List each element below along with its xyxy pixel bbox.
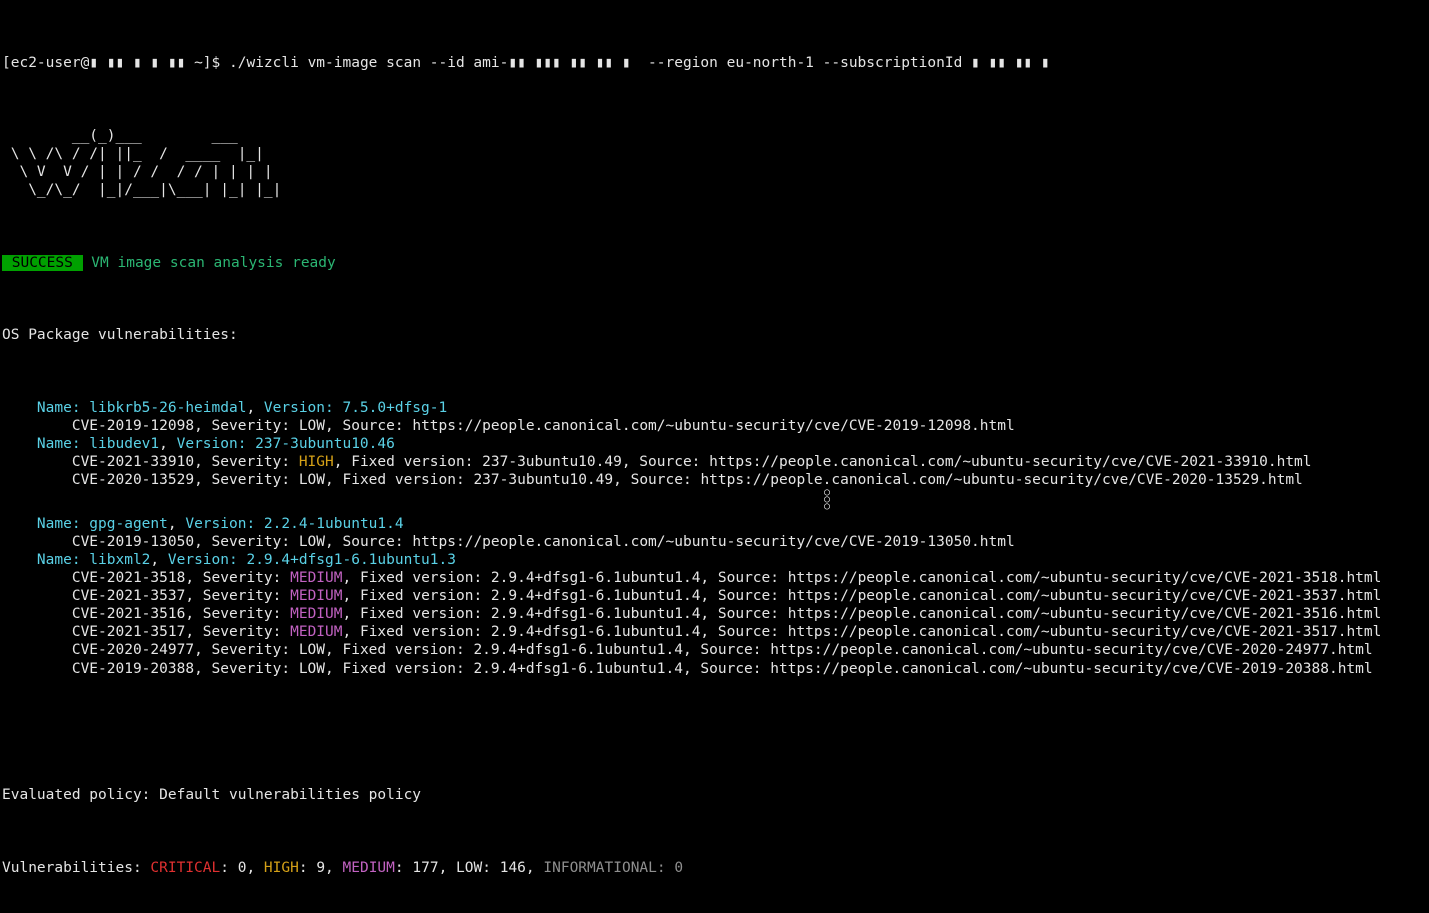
summary-info-label: INFORMATIONAL	[543, 860, 657, 876]
cve-id: CVE-2021-3517	[72, 624, 186, 640]
cve-severity: MEDIUM	[290, 588, 342, 604]
cve-source: https://people.canonical.com/~ubuntu-sec…	[788, 624, 1382, 640]
redacted-host: ▮ ▮▮ ▮ ▮ ▮▮	[89, 56, 185, 71]
summary-info-count: 0	[674, 860, 683, 876]
package-header: Name: libudev1, Version: 237-3ubuntu10.4…	[2, 435, 1427, 453]
cve-source: https://people.canonical.com/~ubuntu-sec…	[788, 606, 1382, 622]
cve-row: CVE-2021-3518, Severity: MEDIUM, Fixed v…	[2, 569, 1427, 587]
command-text-mid: --region eu-north-1 --subscriptionId	[631, 55, 971, 71]
cve-id: CVE-2021-3518	[72, 570, 186, 586]
package-name-label: Name: libxml2	[37, 552, 151, 568]
cve-severity: LOW	[299, 642, 325, 658]
cve-row: CVE-2021-33910, Severity: HIGH, Fixed ve…	[2, 453, 1427, 471]
cve-severity: LOW	[299, 534, 325, 550]
summary-low-count: 146	[500, 860, 526, 876]
summary-low-label: LOW	[456, 860, 482, 876]
cve-id: CVE-2019-20388	[72, 661, 194, 677]
redacted-subscription: ▮ ▮▮ ▮▮ ▮	[971, 56, 1050, 71]
wizcli-ascii-logo: __(_)___ ___ \ \ /\ / /| ||_ / ____ |_| …	[2, 127, 1427, 200]
cve-row: CVE-2019-20388, Severity: LOW, Fixed ver…	[2, 660, 1427, 678]
summary-line: Vulnerabilities: CRITICAL: 0, HIGH: 9, M…	[2, 859, 1427, 877]
cve-id: CVE-2021-3537	[72, 588, 186, 604]
package-version-label: Version: 2.2.4-1ubuntu1.4	[185, 516, 403, 532]
cve-severity: LOW	[299, 418, 325, 434]
terminal-output[interactable]: [ec2-user@▮ ▮▮ ▮ ▮ ▮▮ ~]$ ./wizcli vm-im…	[0, 0, 1429, 913]
package-header: Name: libxml2, Version: 2.9.4+dfsg1-6.1u…	[2, 551, 1427, 569]
cve-id: CVE-2019-13050	[72, 534, 194, 550]
cve-fixed-version: 2.9.4+dfsg1-6.1ubuntu1.4	[491, 570, 701, 586]
summary-critical-count: 0	[238, 860, 247, 876]
cve-row: CVE-2019-12098, Severity: LOW, Source: h…	[2, 417, 1427, 435]
cve-id: CVE-2019-12098	[72, 418, 194, 434]
prompt-user: [ec2-user@	[2, 55, 89, 71]
cve-row: CVE-2021-3517, Severity: MEDIUM, Fixed v…	[2, 623, 1427, 641]
prompt-path: ~]$	[185, 55, 229, 71]
cve-row: CVE-2020-24977, Severity: LOW, Fixed ver…	[2, 641, 1427, 659]
cve-severity: LOW	[299, 472, 325, 488]
package-header: Name: libkrb5-26-heimdal, Version: 7.5.0…	[2, 399, 1427, 417]
package-name-label: Name: libkrb5-26-heimdal	[37, 400, 247, 416]
truncation-ellipsis: ○○○	[2, 489, 1427, 514]
cve-source: https://people.canonical.com/~ubuntu-sec…	[412, 418, 1014, 434]
package-name-label: Name: libudev1	[37, 436, 159, 452]
cve-severity: MEDIUM	[290, 570, 342, 586]
cve-row: CVE-2021-3537, Severity: MEDIUM, Fixed v…	[2, 587, 1427, 605]
summary-label: Vulnerabilities:	[2, 860, 150, 876]
cve-source: https://people.canonical.com/~ubuntu-sec…	[788, 588, 1382, 604]
policy-line: Evaluated policy: Default vulnerabilitie…	[2, 786, 1427, 804]
cve-id: CVE-2020-24977	[72, 642, 194, 658]
summary-medium-count: 177	[412, 860, 438, 876]
cve-id: CVE-2021-33910	[72, 454, 194, 470]
cve-id: CVE-2020-13529	[72, 472, 194, 488]
cve-row: CVE-2019-13050, Severity: LOW, Source: h…	[2, 533, 1427, 551]
cve-severity: MEDIUM	[290, 606, 342, 622]
cve-source: https://people.canonical.com/~ubuntu-sec…	[709, 454, 1311, 470]
cve-severity: HIGH	[299, 454, 334, 470]
status-message: VM image scan analysis ready	[83, 255, 336, 271]
shell-prompt-line: [ec2-user@▮ ▮▮ ▮ ▮ ▮▮ ~]$ ./wizcli vm-im…	[2, 54, 1427, 72]
status-line: SUCCESS VM image scan analysis ready	[2, 254, 1427, 272]
cve-severity: LOW	[299, 661, 325, 677]
summary-medium-label: MEDIUM	[343, 860, 395, 876]
summary-high-count: 9	[316, 860, 325, 876]
cve-fixed-version: 2.9.4+dfsg1-6.1ubuntu1.4	[491, 606, 701, 622]
cve-source: https://people.canonical.com/~ubuntu-sec…	[700, 472, 1302, 488]
cve-fixed-version: 237-3ubuntu10.49	[473, 472, 613, 488]
package-version-label: Version: 2.9.4+dfsg1-6.1ubuntu1.3	[168, 552, 456, 568]
command-text-prefix: ./wizcli vm-image scan --id ami-	[229, 55, 508, 71]
success-badge: SUCCESS	[2, 255, 83, 271]
cve-severity: MEDIUM	[290, 624, 342, 640]
cve-row: CVE-2021-3516, Severity: MEDIUM, Fixed v…	[2, 605, 1427, 623]
summary-high-label: HIGH	[264, 860, 299, 876]
cve-row: CVE-2020-13529, Severity: LOW, Fixed ver…	[2, 471, 1427, 489]
package-version-label: Version: 7.5.0+dfsg-1	[264, 400, 447, 416]
cve-source: https://people.canonical.com/~ubuntu-sec…	[770, 661, 1372, 677]
cve-fixed-version: 237-3ubuntu10.49	[482, 454, 622, 470]
cve-fixed-version: 2.9.4+dfsg1-6.1ubuntu1.4	[473, 642, 683, 658]
cve-id: CVE-2021-3516	[72, 606, 186, 622]
blank-line	[2, 714, 1427, 732]
cve-source: https://people.canonical.com/~ubuntu-sec…	[788, 570, 1382, 586]
redacted-ami: ▮▮ ▮▮▮ ▮▮ ▮▮ ▮	[508, 56, 630, 71]
cve-source: https://people.canonical.com/~ubuntu-sec…	[770, 642, 1372, 658]
section-header: OS Package vulnerabilities:	[2, 326, 1427, 344]
cve-fixed-version: 2.9.4+dfsg1-6.1ubuntu1.4	[491, 588, 701, 604]
cve-source: https://people.canonical.com/~ubuntu-sec…	[412, 534, 1014, 550]
package-header: Name: gpg-agent, Version: 2.2.4-1ubuntu1…	[2, 515, 1427, 533]
cve-fixed-version: 2.9.4+dfsg1-6.1ubuntu1.4	[491, 624, 701, 640]
package-version-label: Version: 237-3ubuntu10.46	[177, 436, 395, 452]
summary-critical-label: CRITICAL	[150, 860, 220, 876]
cve-fixed-version: 2.9.4+dfsg1-6.1ubuntu1.4	[473, 661, 683, 677]
packages-list: Name: libkrb5-26-heimdal, Version: 7.5.0…	[2, 399, 1427, 678]
package-name-label: Name: gpg-agent	[37, 516, 168, 532]
